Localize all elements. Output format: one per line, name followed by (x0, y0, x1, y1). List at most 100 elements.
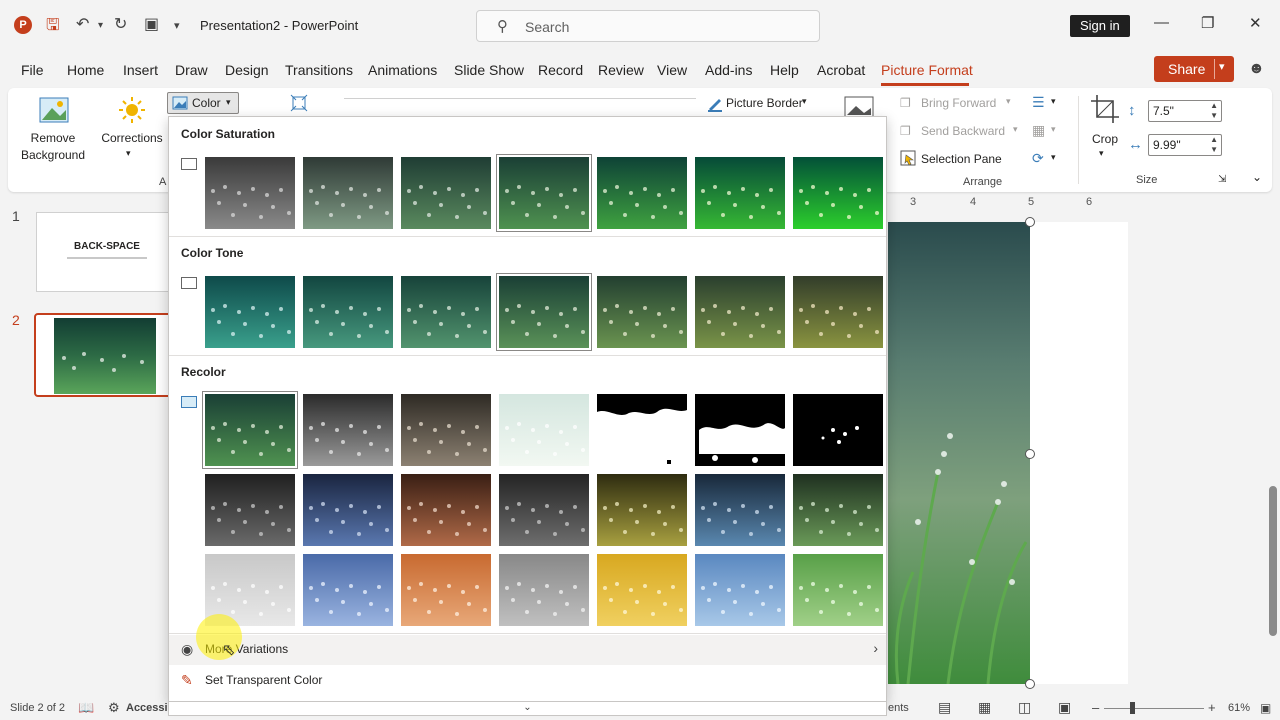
color-preset-tile[interactable] (597, 394, 687, 466)
fit-to-window-icon[interactable]: ▣ (1260, 701, 1271, 715)
more-variations-item[interactable]: ◉ More Variations › (169, 635, 886, 665)
comments-button[interactable]: ents (888, 702, 909, 714)
color-preset-tile[interactable] (303, 554, 393, 626)
vertical-scrollbar[interactable] (1266, 196, 1280, 680)
color-preset-tile[interactable] (496, 273, 592, 351)
send-backward-button[interactable]: Send Backward (921, 124, 1005, 138)
color-preset-tile[interactable] (205, 474, 295, 546)
signin-button[interactable]: Sign in (1070, 15, 1130, 37)
picture-styles-gallery[interactable] (344, 98, 696, 112)
color-preset-tile[interactable] (499, 554, 589, 626)
height-input[interactable]: 7.5" ▲ ▼ (1148, 100, 1222, 122)
zoom-slider-thumb[interactable] (1130, 702, 1135, 714)
color-preset-tile[interactable] (793, 157, 883, 229)
color-preset-tile[interactable] (499, 474, 589, 546)
tab-transitions[interactable]: Transitions (285, 62, 353, 78)
align-icon[interactable]: ☰ (1032, 94, 1045, 111)
undo-icon[interactable]: ↶ (76, 14, 89, 34)
color-preset-tile[interactable] (695, 394, 785, 466)
tab-slide-show[interactable]: Slide Show (454, 62, 524, 78)
normal-view-icon[interactable]: ▤ (938, 699, 951, 716)
collapse-ribbon-icon[interactable]: ⌄ (1252, 170, 1262, 184)
color-preset-tile[interactable] (202, 391, 298, 469)
accessibility-icon[interactable]: ⚙ (108, 700, 120, 716)
width-spinner-icon[interactable]: ▲ ▼ (1210, 135, 1218, 155)
tab-review[interactable]: Review (598, 62, 644, 78)
color-preset-tile[interactable] (793, 474, 883, 546)
color-preset-tile[interactable] (793, 554, 883, 626)
search-box[interactable]: ⚲ Search (476, 10, 820, 42)
slide-picture[interactable] (888, 222, 1030, 684)
close-icon[interactable]: ✕ (1249, 14, 1262, 32)
compress-icon[interactable] (290, 94, 308, 112)
color-preset-tile[interactable] (303, 394, 393, 466)
color-preset-tile[interactable] (496, 154, 592, 232)
remove-background-button[interactable]: Remove Background (14, 130, 92, 164)
color-preset-tile[interactable] (695, 554, 785, 626)
size-dialog-launcher-icon[interactable]: ⇲ (1218, 174, 1226, 185)
crop-button[interactable]: Crop (1088, 132, 1122, 146)
share-dropdown-icon[interactable]: ▾ (1219, 60, 1225, 73)
color-preset-tile[interactable] (303, 474, 393, 546)
slideshow-icon[interactable]: ▣ (1058, 699, 1071, 716)
color-button[interactable]: Color ▾ (167, 92, 239, 114)
dropdown-scroll-down[interactable]: ⌄ (168, 702, 887, 716)
minimize-icon[interactable]: — (1154, 14, 1169, 31)
spellcheck-icon[interactable]: 📖 (78, 700, 94, 716)
color-preset-tile[interactable] (401, 554, 491, 626)
color-preset-tile[interactable] (303, 276, 393, 348)
present-icon[interactable]: ▣ (144, 14, 159, 34)
color-preset-tile[interactable] (401, 157, 491, 229)
tab-file[interactable]: File (21, 62, 44, 78)
set-transparent-color-item[interactable]: ✎ Set Transparent Color (169, 666, 886, 696)
customize-toolbar-icon[interactable]: ▾ (174, 19, 180, 32)
resize-handle-bottom-right[interactable] (1025, 679, 1035, 689)
tab-acrobat[interactable]: Acrobat (817, 62, 865, 78)
tab-picture-format[interactable]: Picture Format (881, 62, 973, 78)
color-preset-tile[interactable] (695, 474, 785, 546)
slide-sorter-icon[interactable]: ▦ (978, 699, 991, 716)
color-preset-tile[interactable] (401, 474, 491, 546)
color-preset-tile[interactable] (597, 157, 687, 229)
resize-handle-right[interactable] (1025, 449, 1035, 459)
tab-design[interactable]: Design (225, 62, 269, 78)
color-preset-tile[interactable] (597, 276, 687, 348)
color-preset-tile[interactable] (793, 276, 883, 348)
tab-animations[interactable]: Animations (368, 62, 437, 78)
redo-icon[interactable]: ↻ (114, 14, 127, 34)
group-icon[interactable]: ▦ (1032, 122, 1045, 139)
tab-record[interactable]: Record (538, 62, 583, 78)
person-icon[interactable]: ☻ (1248, 60, 1265, 78)
color-preset-tile[interactable] (401, 394, 491, 466)
color-preset-tile[interactable] (695, 276, 785, 348)
color-preset-tile[interactable] (793, 394, 883, 466)
zoom-out-icon[interactable]: – (1092, 700, 1099, 715)
picture-border-button[interactable]: Picture Border (726, 96, 803, 110)
color-preset-tile[interactable] (695, 157, 785, 229)
tab-help[interactable]: Help (770, 62, 799, 78)
tab-home[interactable]: Home (67, 62, 104, 78)
color-preset-tile[interactable] (205, 276, 295, 348)
restore-icon[interactable]: ❐ (1201, 14, 1214, 32)
zoom-level[interactable]: 61% (1228, 702, 1250, 714)
undo-dropdown-icon[interactable]: ▾ (98, 20, 103, 31)
resize-handle-top-right[interactable] (1025, 217, 1035, 227)
selection-pane-button[interactable]: Selection Pane (921, 152, 1002, 166)
tab-insert[interactable]: Insert (123, 62, 158, 78)
slide-thumbnail-1[interactable]: BACK-SPACE (36, 212, 176, 292)
bring-forward-button[interactable]: Bring Forward (921, 96, 996, 110)
picture-layout-icon[interactable] (844, 96, 874, 118)
zoom-slider[interactable] (1104, 708, 1204, 709)
scrollbar-thumb[interactable] (1269, 486, 1277, 636)
color-preset-tile[interactable] (401, 276, 491, 348)
corrections-button[interactable]: Corrections (100, 131, 164, 145)
tab-view[interactable]: View (657, 62, 687, 78)
rotate-icon[interactable]: ⟳ (1032, 150, 1044, 167)
color-preset-tile[interactable] (205, 157, 295, 229)
color-preset-tile[interactable] (499, 394, 589, 466)
color-preset-tile[interactable] (597, 474, 687, 546)
reading-view-icon[interactable]: ◫ (1018, 699, 1031, 716)
zoom-in-icon[interactable]: + (1208, 700, 1216, 715)
save-icon[interactable]: 🖫 (46, 14, 60, 41)
height-spinner-icon[interactable]: ▲ ▼ (1210, 101, 1218, 121)
